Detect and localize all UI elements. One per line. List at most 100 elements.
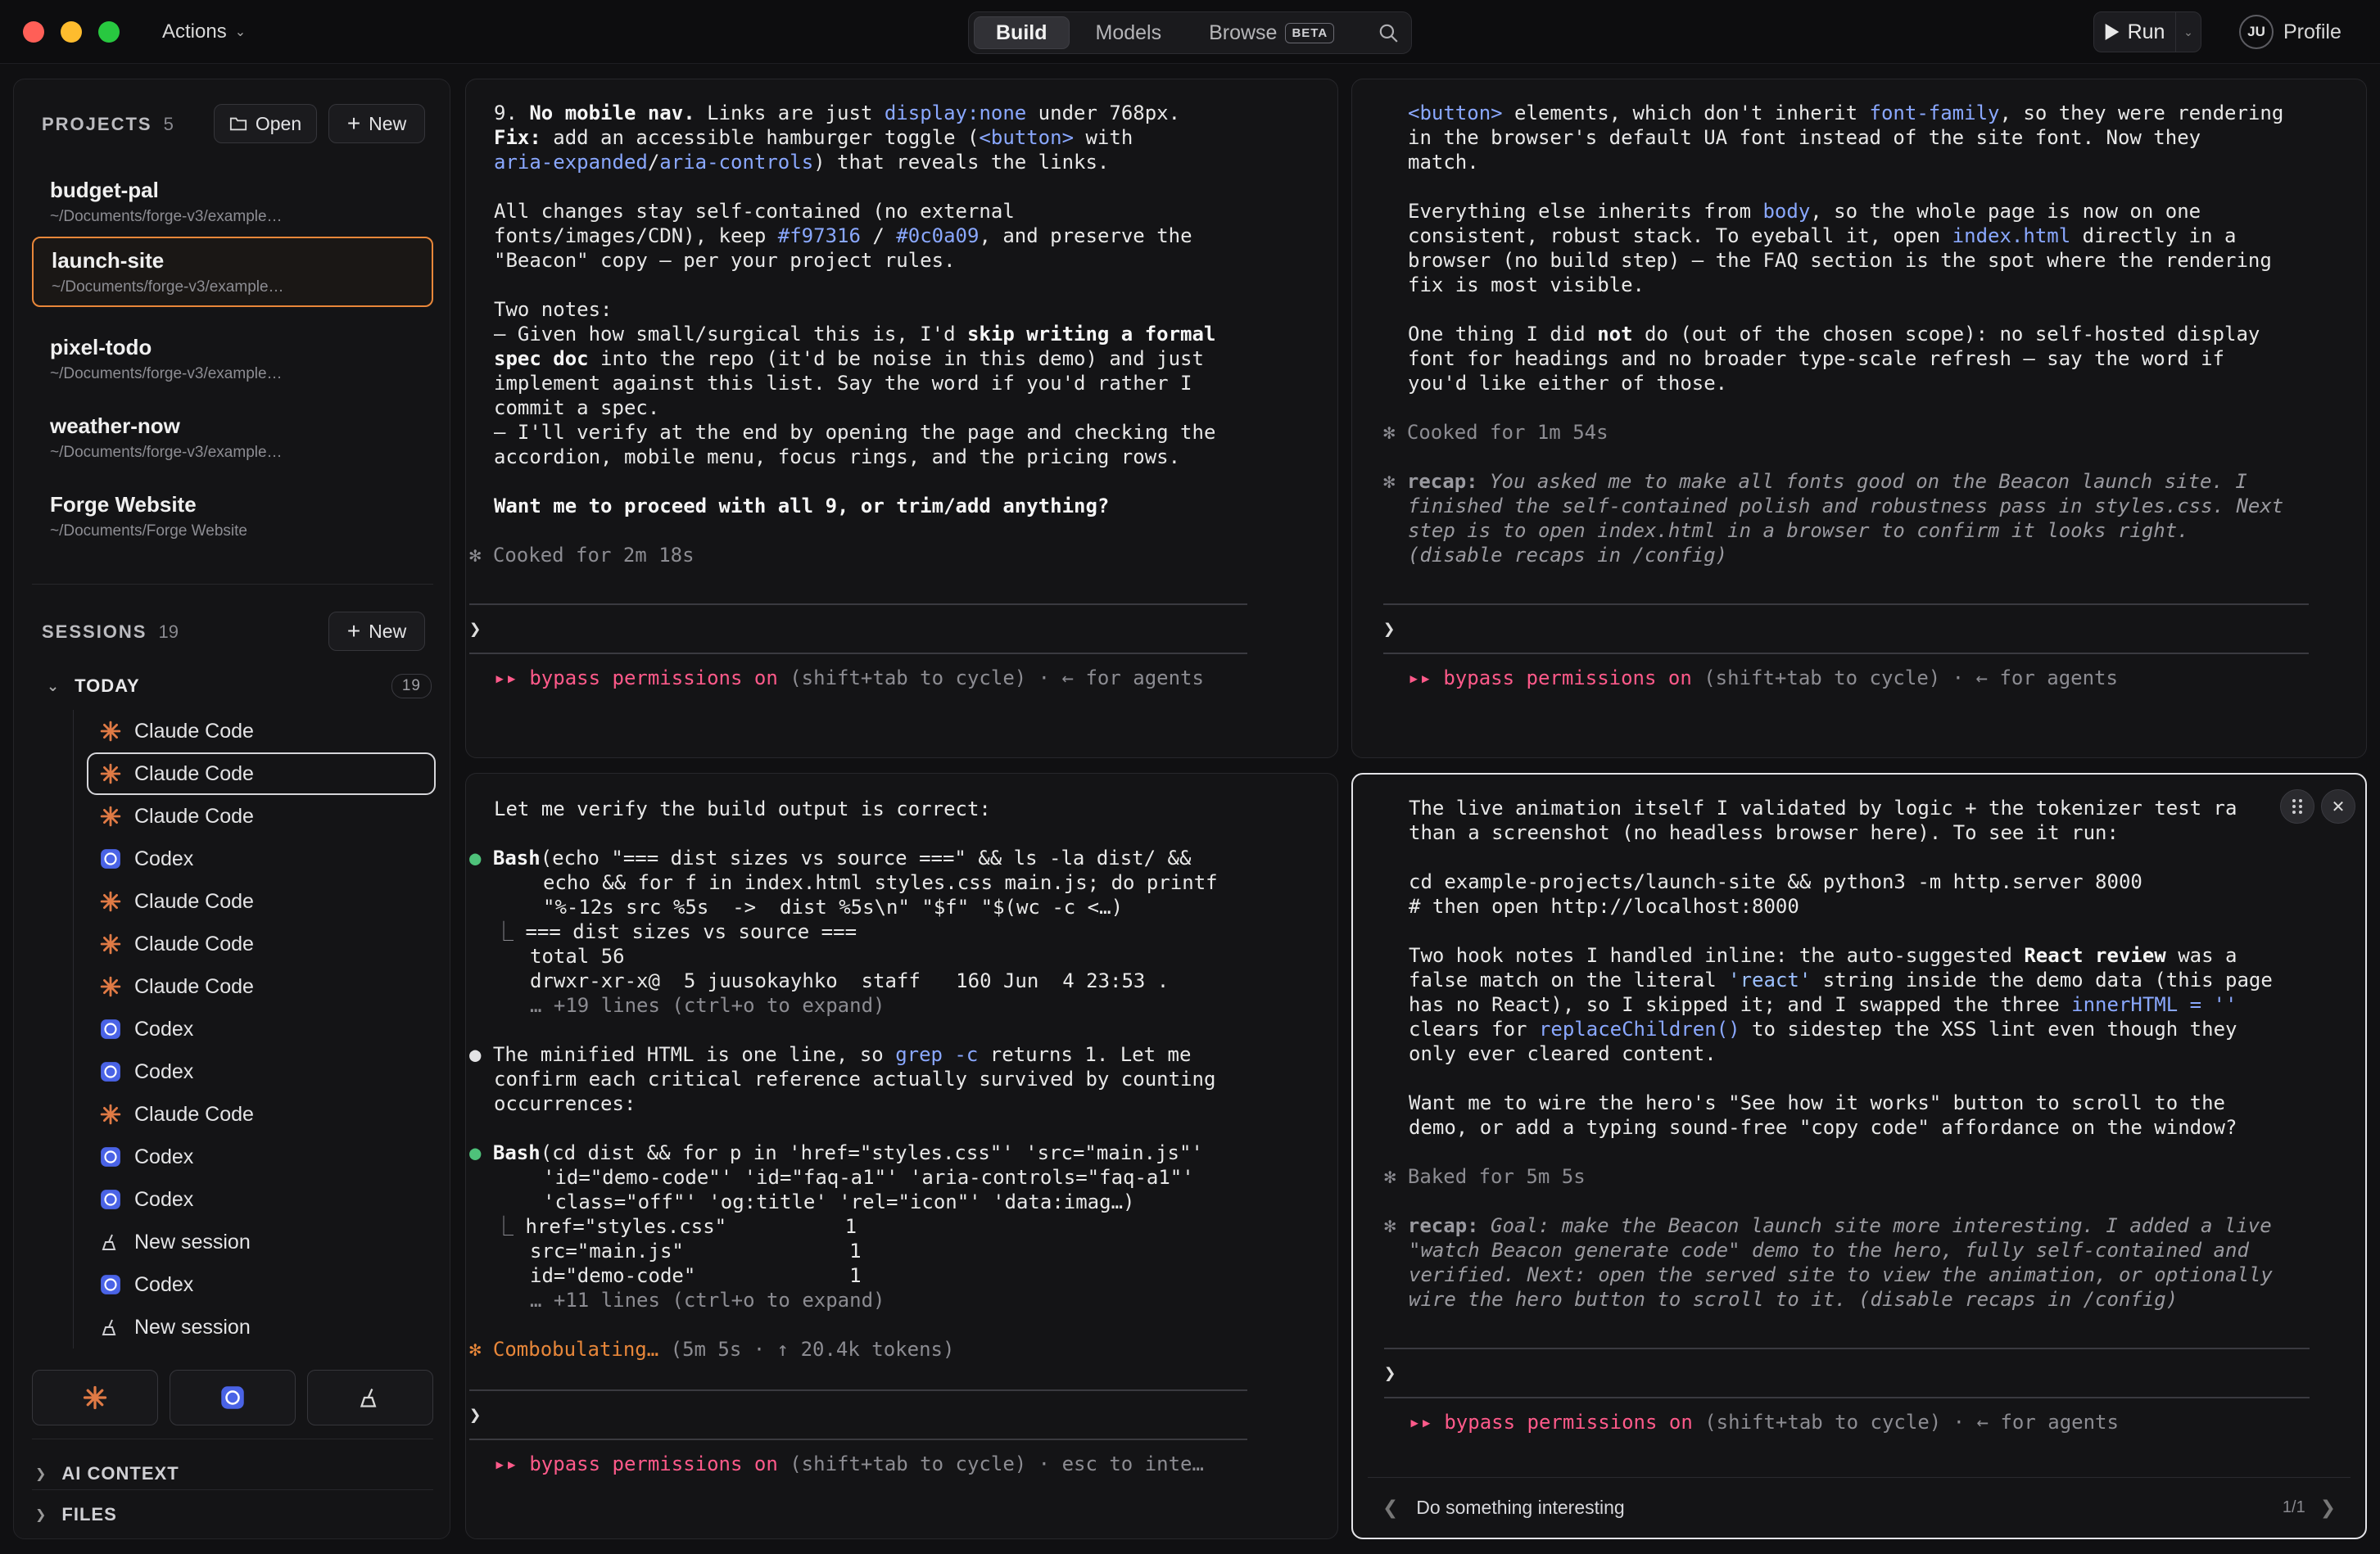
prompt-input[interactable]: ❯ xyxy=(469,1403,1313,1427)
launch-codex-button[interactable] xyxy=(170,1370,296,1425)
terminal-pane-top-left[interactable]: 9. No mobile nav. Links are just display… xyxy=(465,79,1338,758)
terminal-pane-top-right[interactable]: <button> elements, which don't inherit f… xyxy=(1351,79,2367,758)
session-item[interactable]: Claude Code xyxy=(87,880,436,923)
run-options-dropdown[interactable]: ⌄ xyxy=(2176,25,2201,39)
session-tab-label[interactable]: Do something interesting xyxy=(1416,1497,1624,1519)
session-item[interactable]: Codex xyxy=(87,1178,436,1221)
session-item[interactable]: Claude Code xyxy=(87,752,436,795)
prompt-input[interactable]: ❯ xyxy=(1384,1361,2341,1385)
session-item[interactable]: Claude Code xyxy=(87,710,436,752)
session-item[interactable]: New session xyxy=(87,1306,436,1348)
terminal-line: occurrences: xyxy=(494,1092,636,1115)
terminal-line: Want me to wire the hero's "See how it w… xyxy=(1409,1091,2225,1114)
session-item-label: New session xyxy=(134,1315,251,1339)
recap-line: ✻ recap: Goal: make the Beacon launch si… xyxy=(1384,1214,2272,1237)
status-line: ✻ Cooked for 1m 54s xyxy=(1383,421,1609,444)
session-item-label: Codex xyxy=(134,1272,194,1296)
session-item[interactable]: Codex xyxy=(87,1263,436,1306)
terminal-pane-bottom-left[interactable]: Let me verify the build output is correc… xyxy=(465,773,1338,1539)
session-item[interactable]: Codex xyxy=(87,1136,436,1178)
search-button[interactable] xyxy=(1372,16,1405,49)
run-main-button[interactable]: Run xyxy=(2094,12,2176,52)
launch-new-session-button[interactable] xyxy=(307,1370,433,1425)
divider xyxy=(469,653,1247,654)
recap-line: step is to open index.html in a browser … xyxy=(1408,519,2189,542)
prompt-input[interactable]: ❯ xyxy=(1383,617,2342,641)
pane-drag-handle[interactable] xyxy=(2280,789,2314,824)
session-tab-count: 1/1 xyxy=(2282,1498,2305,1516)
terminal-line: aria-expanded/aria-controls) that reveal… xyxy=(494,151,1110,174)
session-item-label: New session xyxy=(134,1230,251,1254)
broom-icon xyxy=(100,1231,121,1253)
terminal-pane-bottom-right[interactable]: The live animation itself I validated by… xyxy=(1351,773,2367,1539)
today-group-header[interactable]: ⌄ TODAY 19 xyxy=(47,674,432,698)
claude-icon xyxy=(100,763,121,784)
terminal-line: Everything else inherits from body, so t… xyxy=(1408,200,2201,223)
run-label: Run xyxy=(2127,20,2165,43)
session-item[interactable]: Claude Code xyxy=(87,923,436,965)
terminal-line: implement against this list. Say the wor… xyxy=(494,372,1192,395)
tool-output-line: src="main.js" 1 xyxy=(530,1240,862,1263)
tool-call-line: 'id="demo-code"' 'id="faq-a1"' 'aria-con… xyxy=(543,1166,1194,1189)
tab-models[interactable]: Models xyxy=(1075,16,1183,49)
prompt-input[interactable]: ❯ xyxy=(469,617,1313,641)
avatar: JU xyxy=(2239,15,2274,49)
new-session-button[interactable]: + New xyxy=(328,612,425,651)
project-item-budget-pal[interactable]: budget-pal ~/Documents/forge-v3/example… xyxy=(32,168,433,238)
open-project-button[interactable]: Open xyxy=(214,104,317,143)
chevron-left-icon[interactable]: ❮ xyxy=(1382,1497,1398,1519)
chevron-down-icon: ⌄ xyxy=(234,25,247,39)
tab-build[interactable]: Build xyxy=(974,16,1070,49)
session-item[interactable]: Codex xyxy=(87,838,436,880)
open-label: Open xyxy=(255,112,302,134)
permissions-line: ▸▸ bypass permissions on (shift+tab to c… xyxy=(1409,1411,2119,1434)
project-item-forge-website[interactable]: Forge Website ~/Documents/Forge Website xyxy=(32,482,433,553)
close-window-button[interactable] xyxy=(23,21,44,43)
session-item[interactable]: New session xyxy=(87,1221,436,1263)
terminal-line: <button> elements, which don't inherit f… xyxy=(1408,102,2284,124)
project-item-launch-site[interactable]: launch-site ~/Documents/forge-v3/example… xyxy=(32,237,433,307)
launch-claude-button[interactable] xyxy=(32,1370,158,1425)
project-item-weather-now[interactable]: weather-now ~/Documents/forge-v3/example… xyxy=(32,404,433,474)
session-item[interactable]: Claude Code xyxy=(87,795,436,838)
expand-hint[interactable]: … +19 lines (ctrl+o to expand) xyxy=(530,993,1313,1018)
session-item-label: Codex xyxy=(134,1187,194,1211)
session-item[interactable]: Claude Code xyxy=(87,1093,436,1136)
chevron-down-icon: ⌄ xyxy=(2183,25,2193,38)
terminal-line: One thing I did not do (out of the chose… xyxy=(1408,323,2260,346)
new-project-button[interactable]: + New xyxy=(328,104,425,143)
session-item-label: Codex xyxy=(134,1017,194,1041)
terminal-line: – I'll verify at the end by opening the … xyxy=(494,421,1216,444)
terminal-line: Let me verify the build output is correc… xyxy=(494,797,991,820)
ai-context-section[interactable]: ❯ AI CONTEXT xyxy=(35,1463,179,1484)
drag-grip-icon xyxy=(2292,799,2302,814)
folder-icon xyxy=(229,117,247,131)
expand-hint[interactable]: … +11 lines (ctrl+o to expand) xyxy=(530,1288,1313,1312)
close-pane-button[interactable]: ✕ xyxy=(2321,789,2355,824)
minimize-window-button[interactable] xyxy=(61,21,82,43)
codex-icon xyxy=(100,1274,121,1295)
terminal-line: # then open http://localhost:8000 xyxy=(1409,895,1799,918)
claude-icon xyxy=(100,976,121,997)
recap-line: (disable recaps in /config) xyxy=(1408,544,1728,567)
project-path: ~/Documents/forge-v3/example… xyxy=(50,444,283,461)
files-section[interactable]: ❯ FILES xyxy=(35,1504,117,1525)
claude-icon xyxy=(100,933,121,955)
project-item-pixel-todo[interactable]: pixel-todo ~/Documents/forge-v3/example… xyxy=(32,325,433,395)
recap-line: verified. Next: open the served site to … xyxy=(1409,1263,2273,1286)
session-item[interactable]: Codex xyxy=(87,1008,436,1050)
status-line: ✻ Combobulating… (5m 5s · ↑ 20.4k tokens… xyxy=(469,1338,955,1361)
status-line: ✻ Baked for 5m 5s xyxy=(1384,1165,1586,1188)
actions-menu-label: Actions xyxy=(162,20,227,43)
session-tab-bar: ❮ Do something interesting 1/1 ❯ xyxy=(1368,1477,2351,1538)
actions-menu[interactable]: Actions ⌄ xyxy=(162,18,246,46)
chevron-right-icon[interactable]: ❯ xyxy=(2320,1497,2336,1519)
recap-line: wire the hero button to scroll to it. (d… xyxy=(1409,1288,2179,1311)
session-item[interactable]: Claude Code xyxy=(87,965,436,1008)
profile-button[interactable]: JU Profile xyxy=(2239,13,2342,51)
terminal-line: you'd like either of those. xyxy=(1408,372,1728,395)
tab-browse[interactable]: Browse BETA xyxy=(1188,16,1355,49)
session-item[interactable]: Codex xyxy=(87,1050,436,1093)
maximize-window-button[interactable] xyxy=(98,21,120,43)
project-name: Forge Website xyxy=(50,492,197,517)
